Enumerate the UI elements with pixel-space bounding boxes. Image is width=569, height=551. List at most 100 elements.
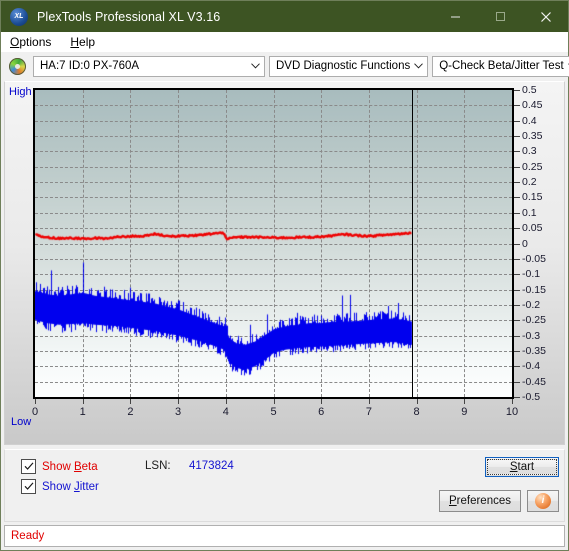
y-tick-mark (514, 304, 520, 306)
y-tick-mark (514, 258, 520, 260)
show-beta-checkbox[interactable]: Show Beta (21, 459, 98, 474)
function-select-value: DVD Diagnostic Functions (276, 60, 411, 72)
test-select-value: Q-Check Beta/Jitter Test (439, 60, 564, 72)
menu-item-options-label: ptions (19, 35, 52, 49)
x-tick-mark (512, 399, 513, 404)
y-tick-mark (514, 120, 520, 122)
y-tick-mark (514, 212, 520, 214)
test-select[interactable]: Q-Check Beta/Jitter Test (432, 55, 569, 77)
y-tick-label: -0.3 (522, 329, 541, 342)
chevron-down-icon (410, 63, 427, 69)
lsn-value: 4173824 (189, 460, 234, 472)
y-tick-label: -0.5 (522, 391, 541, 403)
x-tick-label: 2 (127, 406, 134, 418)
y-tick-mark (514, 243, 520, 245)
x-tick-label: 9 (461, 406, 468, 418)
x-tick-label: 5 (270, 406, 277, 418)
axis-label-low: Low (11, 416, 32, 428)
y-tick-mark (514, 151, 520, 153)
y-tick-mark (514, 381, 520, 383)
x-tick-label: 3 (175, 406, 182, 418)
x-tick-label: 0 (31, 406, 39, 418)
x-tick-mark (82, 399, 84, 404)
y-tick-label: 0.45 (522, 99, 543, 112)
show-jitter-checkbox[interactable]: Show Jitter (21, 479, 99, 494)
maximize-icon[interactable] (478, 1, 523, 32)
y-tick-mark (514, 397, 520, 398)
window-title: PlexTools Professional XL V3.16 (37, 9, 221, 24)
preferences-button[interactable]: Preferences (439, 490, 521, 512)
function-select[interactable]: DVD Diagnostic Functions (269, 55, 429, 77)
y-tick-label: 0.35 (522, 130, 543, 143)
y-tick-label: 0.3 (522, 145, 537, 158)
y-tick-label: -0.25 (522, 314, 546, 327)
y-tick-mark (514, 105, 520, 107)
x-tick-mark (321, 399, 323, 404)
y-tick-label: 0 (522, 237, 528, 250)
x-tick-mark (35, 399, 36, 404)
y-tick-mark (514, 289, 520, 291)
y-tick-mark (514, 136, 520, 138)
y-tick-label: -0.1 (522, 268, 541, 281)
x-tick-label: 6 (318, 406, 325, 418)
menu-item-options[interactable]: Options (8, 34, 60, 50)
x-tick-label: 1 (79, 406, 86, 418)
window-controls (433, 1, 568, 32)
checkmark-icon[interactable] (21, 479, 36, 494)
drive-select-value: HA:7 ID:0 PX-760A (40, 60, 140, 72)
y-tick-mark (514, 366, 520, 368)
x-tick-label: 4 (222, 406, 229, 418)
menu-bar: Options Help (1, 32, 568, 52)
x-tick-mark (178, 399, 180, 404)
y-tick-label: 0.25 (522, 160, 543, 173)
show-jitter-label: Show Jitter (42, 480, 99, 493)
checkmark-icon[interactable] (21, 459, 36, 474)
start-button[interactable]: Start (485, 457, 559, 477)
x-tick-mark (464, 399, 466, 404)
x-tick-mark (273, 399, 275, 404)
y-tick-label: 0.05 (522, 222, 543, 235)
info-icon: i (535, 493, 551, 509)
menu-item-help[interactable]: Help (68, 34, 104, 50)
y-tick-mark (514, 320, 520, 322)
x-tick-label: 7 (365, 406, 372, 418)
x-tick-label: 10 (505, 406, 519, 418)
y-tick-label: -0.2 (522, 298, 541, 311)
y-tick-mark (514, 350, 520, 352)
chart-traces (35, 90, 512, 397)
controls-panel: Show Beta Show Jitter LSN: 4173824 Start… (4, 449, 565, 522)
status-text: Ready (11, 530, 45, 542)
xl-logo-icon: XL (10, 7, 28, 26)
start-button-label: Start (487, 459, 557, 475)
y-tick-label: -0.45 (522, 375, 546, 388)
toolbar: HA:7 ID:0 PX-760A DVD Diagnostic Functio… (1, 52, 569, 80)
x-tick-label: 8 (413, 406, 420, 418)
lsn-label: LSN: (145, 460, 171, 472)
y-tick-mark (514, 228, 520, 230)
y-tick-label: 0.1 (522, 206, 537, 219)
info-button[interactable]: i (527, 490, 559, 512)
y-tick-label: 0.2 (522, 176, 537, 189)
menu-item-help-label: elp (79, 35, 96, 49)
y-tick-label: -0.4 (522, 360, 541, 373)
y-tick-label: -0.15 (522, 283, 546, 296)
y-tick-label: 0.5 (522, 84, 537, 96)
y-tick-mark (514, 197, 520, 199)
preferences-button-label: Preferences (448, 495, 511, 507)
y-tick-mark (514, 90, 520, 91)
x-tick-mark (416, 399, 418, 404)
x-tick-mark (225, 399, 227, 404)
disc-icon (9, 57, 26, 75)
y-tick-mark (514, 335, 520, 337)
axis-label-high: High (9, 86, 32, 98)
drive-select[interactable]: HA:7 ID:0 PX-760A (33, 55, 265, 77)
minimize-icon[interactable] (433, 1, 478, 32)
chevron-down-icon (247, 63, 264, 69)
title-bar: XL PlexTools Professional XL V3.16 (1, 1, 568, 32)
x-tick-mark (130, 399, 132, 404)
chevron-down-icon (564, 63, 569, 69)
y-tick-mark (514, 166, 520, 168)
close-icon[interactable] (523, 1, 568, 32)
y-tick-mark (514, 274, 520, 276)
y-tick-label: -0.05 (522, 252, 546, 265)
